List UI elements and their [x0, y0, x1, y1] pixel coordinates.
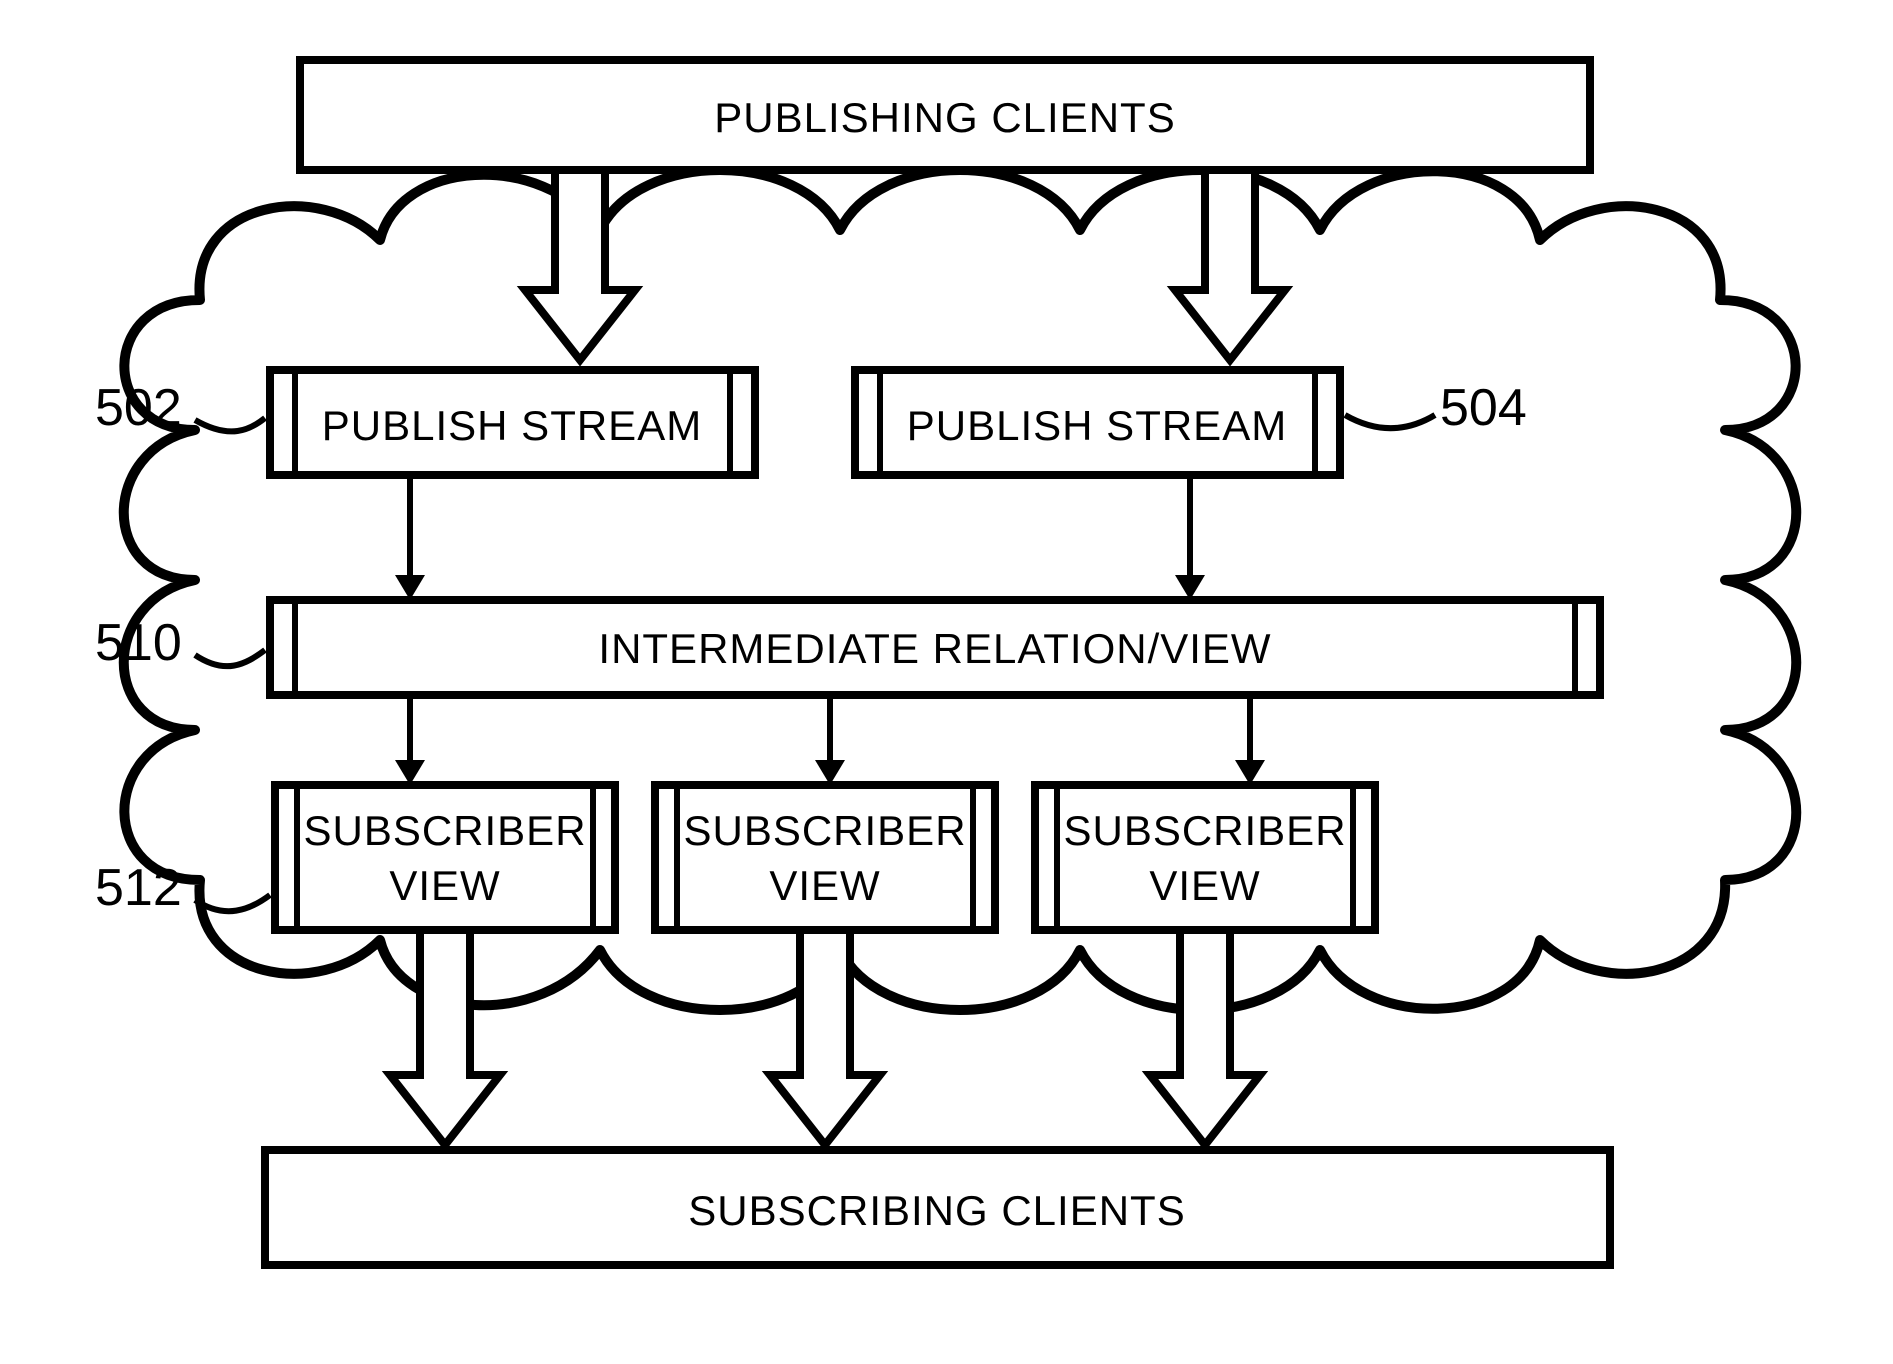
subscriber-view-2-line1: SUBSCRIBER — [683, 807, 966, 854]
diagram-svg: PUBLISHING CLIENTS PUBLISH STREAM 502 PU… — [0, 0, 1893, 1364]
subscriber-view-3-line2: VIEW — [1149, 862, 1260, 909]
intermediate-box: INTERMEDIATE RELATION/VIEW — [270, 600, 1600, 695]
publishing-clients-label: PUBLISHING CLIENTS — [714, 94, 1175, 141]
subscriber-view-3-box: SUBSCRIBER VIEW — [1035, 785, 1375, 930]
ref-502-label: 502 — [95, 379, 182, 437]
subscriber-view-2-box: SUBSCRIBER VIEW — [655, 785, 995, 930]
subscriber-view-1-box: SUBSCRIBER VIEW — [275, 785, 615, 930]
subscriber-view-1-line2: VIEW — [389, 862, 500, 909]
subscriber-view-2-line2: VIEW — [769, 862, 880, 909]
ref-512-label: 512 — [95, 859, 182, 917]
ref-510-label: 510 — [95, 614, 182, 672]
publish-stream-left-box: PUBLISH STREAM — [270, 370, 755, 475]
subscribing-clients-label: SUBSCRIBING CLIENTS — [688, 1187, 1185, 1234]
ref-504-label: 504 — [1440, 379, 1527, 437]
publish-stream-left-label: PUBLISH STREAM — [322, 402, 702, 449]
publish-stream-right-box: PUBLISH STREAM — [855, 370, 1340, 475]
subscriber-view-1-line1: SUBSCRIBER — [303, 807, 586, 854]
intermediate-label: INTERMEDIATE RELATION/VIEW — [598, 625, 1271, 672]
publishing-clients-box: PUBLISHING CLIENTS — [300, 60, 1590, 170]
publish-stream-right-label: PUBLISH STREAM — [907, 402, 1287, 449]
subscriber-view-3-line1: SUBSCRIBER — [1063, 807, 1346, 854]
subscribing-clients-box: SUBSCRIBING CLIENTS — [265, 1150, 1610, 1265]
